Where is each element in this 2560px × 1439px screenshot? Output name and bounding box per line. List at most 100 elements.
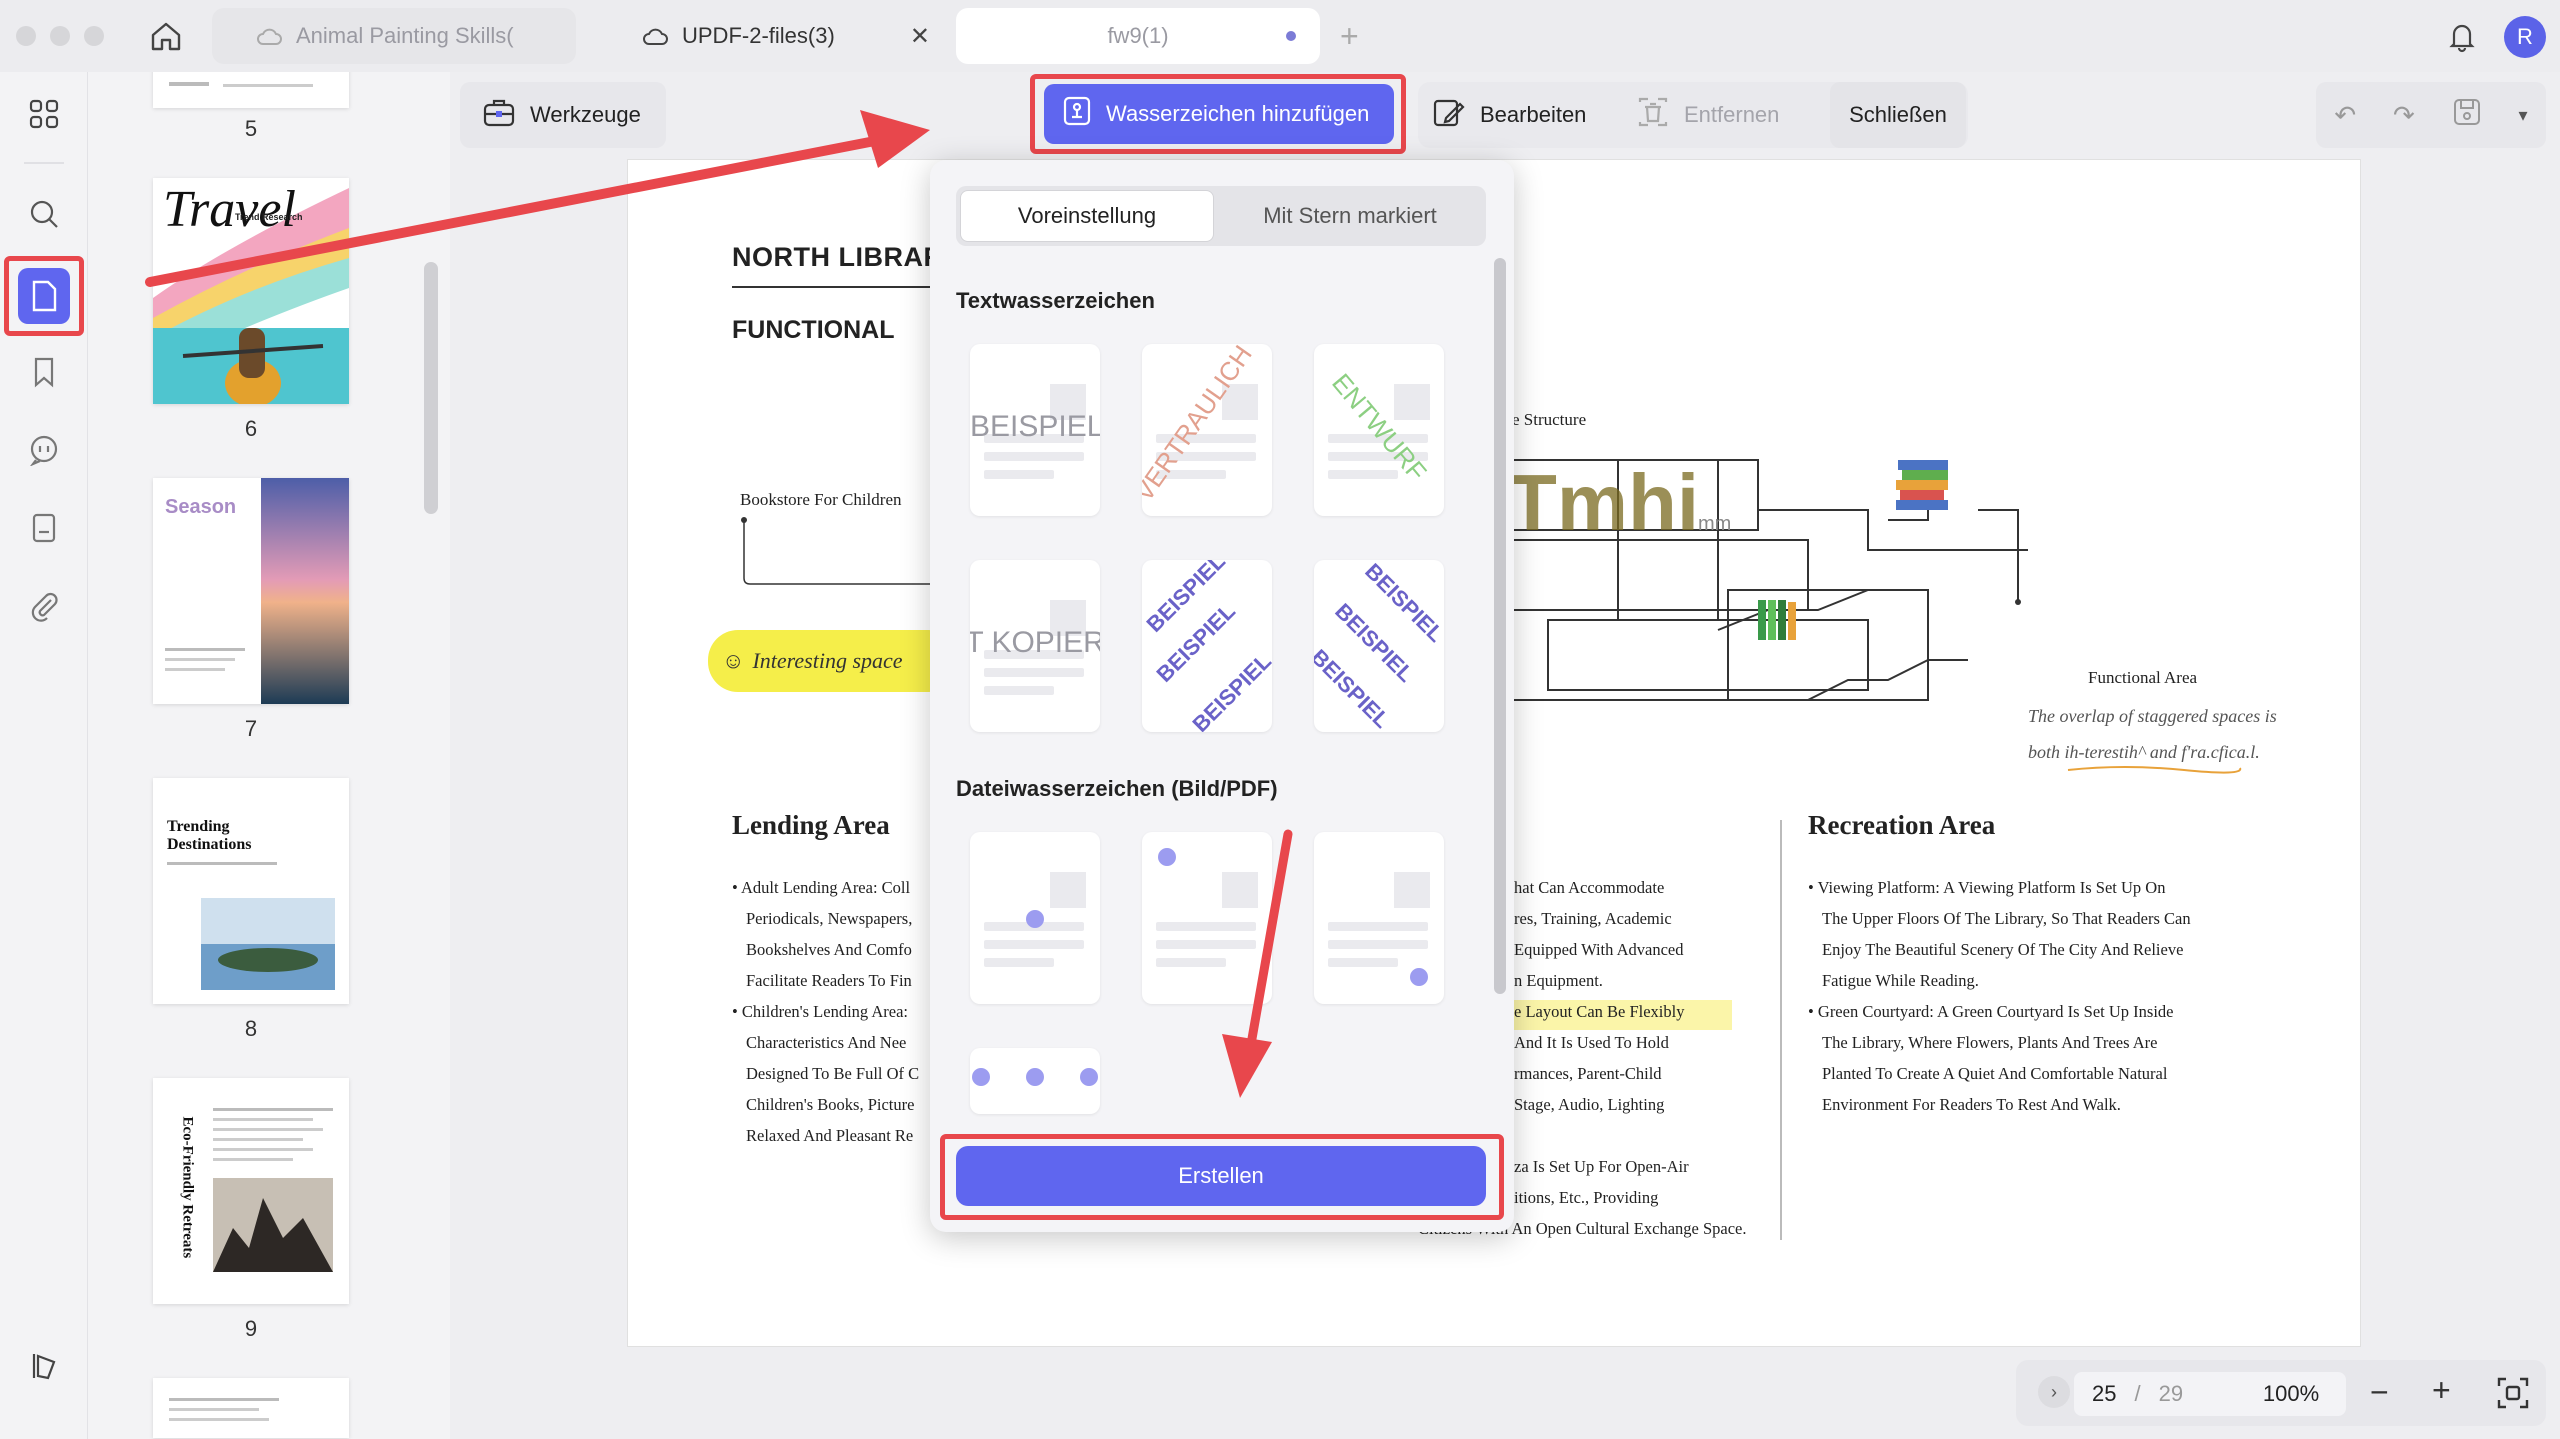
watermark-presets-popup: Voreinstellung Mit Stern markiert Textwa… [930,160,1514,1232]
tab-fw9[interactable]: fw9(1) [956,8,1320,64]
column-divider [1780,820,1782,1240]
text-line: The Upper Floors Of The Library, So That… [1822,909,2191,928]
text-line: n Equipment. [1514,971,1603,990]
remove-watermark-button[interactable]: Entfernen [1628,82,1798,148]
title-bar: Animal Painting Skills( UPDF-2-files(3) … [0,0,2560,72]
tab-updf-files[interactable]: UPDF-2-files(3) ✕ [598,8,950,64]
text-watermarks-heading: Textwasserzeichen [956,288,1155,313]
chevron-right-icon[interactable]: › [2038,1376,2070,1408]
tab-close-icon[interactable]: ✕ [910,22,930,51]
thumbnail-page-7[interactable]: Season [153,478,349,704]
chevron-down-icon[interactable]: ▾ [2518,105,2527,126]
new-tab-plus-icon[interactable]: + [1340,18,1359,55]
text-line: za Is Set Up For Open-Air [1514,1157,1689,1176]
doc-subheading: FUNCTIONAL [732,316,895,344]
thumbnail-page-number: 7 [244,716,258,741]
undo-icon[interactable]: ↶ [2334,100,2356,131]
functional-area-label: Functional Area [2088,668,2198,687]
recreation-area-text: • Viewing Platform: A Viewing Platform I… [1808,872,2191,1120]
drawing-watermark-sub: mm [1698,513,1731,535]
window-zoom-control[interactable] [84,26,104,46]
tab-starred[interactable]: Mit Stern markiert [1218,190,1482,242]
middle-column-text: hat Can Accommodate res, Training, Acade… [1418,872,1747,1244]
sidebar-toggle-icon[interactable] [20,1342,68,1390]
text-line: Enjoy The Beautiful Scenery Of The City … [1822,940,2184,959]
bookmark-icon[interactable] [20,348,68,396]
close-watermark-mode-button[interactable]: Schließen [1830,82,1966,148]
thumbnail-page-5[interactable] [153,72,349,108]
tab-preset[interactable]: Voreinstellung [960,190,1214,242]
text-line: Environment For Readers To Rest And Walk… [1822,1095,2121,1114]
text-line: Characteristics And Nee [746,1033,907,1052]
toolbox-icon [482,96,516,134]
fit-page-icon[interactable] [2496,1376,2530,1415]
popup-scrollbar[interactable] [1494,258,1506,994]
text-line [1514,1120,1747,1151]
redo-icon[interactable]: ↷ [2393,100,2415,131]
text-line: Planted To Create A Quiet And Comfortabl… [1822,1064,2168,1083]
file-watermark-card-top-left[interactable] [1142,832,1272,1004]
text-line: Periodicals, Newspapers, [746,909,913,928]
tools-button[interactable]: Werkzeuge [460,82,666,148]
watermark-card-beispiel-diagonal[interactable]: BEISPIEL BEISPIEL BEISPIEL [1314,560,1444,732]
zoom-in-icon[interactable]: + [2432,1372,2451,1409]
thumbnail-scrollbar[interactable] [424,262,438,514]
bookstore-label: Bookstore For Children [740,490,902,509]
document-icon[interactable] [20,504,68,552]
watermark-sample-text: BEISPIEL [970,410,1100,443]
home-icon[interactable] [146,18,186,54]
text-line: • Adult Lending Area: Coll [732,878,911,897]
watermark-dot-icon [972,1068,990,1086]
save-icon[interactable] [2452,97,2482,134]
watermark-card-beispiel-tiled[interactable]: BEISPIEL BEISPIEL BEISPIEL [1142,560,1272,732]
window-minimize-control[interactable] [50,26,70,46]
text-line: And It Is Used To Hold [1514,1033,1669,1052]
file-watermark-card-tiled[interactable] [970,1048,1100,1114]
watermark-dot-icon [1410,968,1428,986]
edit-watermark-button[interactable]: Bearbeiten [1424,82,1604,148]
lending-area-title: Lending Area [732,810,890,840]
thumbnail-travel-title: Travel [163,181,296,238]
tab-animal-painting[interactable]: Animal Painting Skills( [212,8,576,64]
thumbnail-page-8[interactable]: Trending Destinations [153,778,349,1004]
add-watermark-button[interactable]: Wasserzeichen hinzufügen [1044,84,1394,144]
watermark-card-vertraulich[interactable]: VERTRAULICH [1142,344,1272,516]
window-close-control[interactable] [16,26,36,46]
bell-icon[interactable] [2444,18,2480,54]
watermark-card-kopie[interactable]: NICHT KOPIEREN [970,560,1100,732]
rail-divider [24,162,64,164]
attachment-icon[interactable] [20,582,68,630]
zoom-out-icon[interactable]: − [2370,1374,2389,1411]
annotation-line-1: The overlap of staggered spaces is [2028,706,2277,726]
tab-label: Animal Painting Skills( [296,23,514,48]
tab-label: UPDF-2-files(3) [682,23,835,48]
user-avatar[interactable]: R [2504,16,2546,58]
watermark-card-beispiel[interactable]: BEISPIEL [970,344,1100,516]
cloud-icon [256,23,282,49]
apps-grid-icon[interactable] [20,90,68,138]
thumbnail-season-title: Season [165,496,237,518]
thumbnail-page-number: 6 [244,416,258,441]
zoom-level[interactable]: 100% [2236,1372,2346,1416]
watermark-card-entwurf[interactable]: ENTWURF [1314,344,1444,516]
text-line: Designed To Be Full Of C [746,1064,920,1083]
thumbnail-page-6[interactable]: Travel Trend Research [153,178,349,404]
text-line: e Layout Can Be Flexibly [1514,1002,1685,1021]
text-line: Relaxed And Pleasant Re [746,1126,914,1145]
watermark-icon [1062,95,1092,133]
page-thumbnails-icon[interactable] [18,268,70,324]
text-line: res, Training, Academic [1514,909,1672,928]
comment-icon[interactable] [20,426,68,474]
text-line: Facilitate Readers To Fin [746,971,912,990]
text-line: Fatigue While Reading. [1822,971,1979,990]
unsaved-dot-icon [1286,31,1296,41]
history-tools: ↶ ↷ ▾ [2316,82,2546,148]
file-watermark-card-bottom-right[interactable] [1314,832,1444,1004]
thumbnail-page-10[interactable] [153,1378,349,1438]
thumbnail-page-9[interactable]: Eco-Friendly Retreats [153,1078,349,1304]
structure-label: e Structure [1512,410,1587,429]
recreation-area-title: Recreation Area [1808,810,1996,840]
file-watermark-card-center[interactable] [970,832,1100,1004]
search-icon[interactable] [20,190,68,238]
thumbnail-travel-subtitle: Trend Research [235,212,303,222]
